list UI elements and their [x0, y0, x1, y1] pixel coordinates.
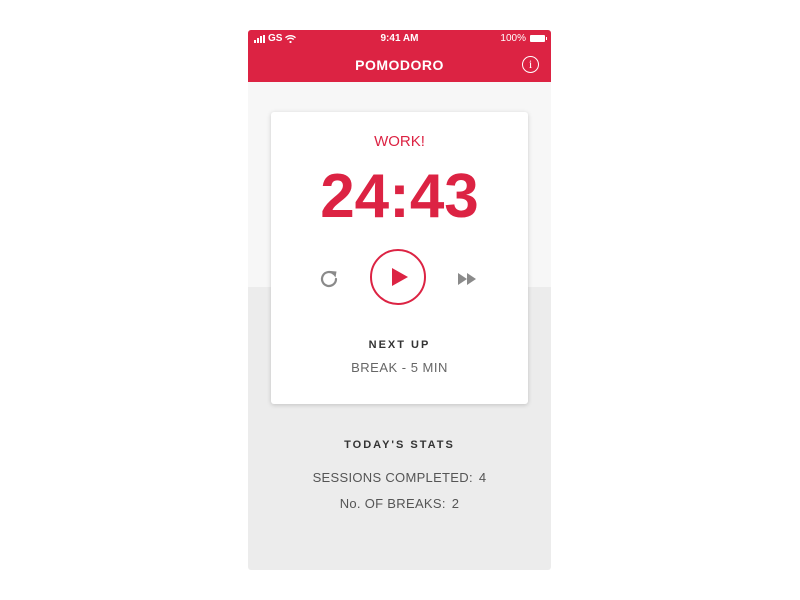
timer-mode-label: WORK!	[374, 133, 425, 150]
app-header: GS 9:41 AM 100% POMODORO i	[248, 30, 551, 82]
battery-icon	[530, 35, 547, 42]
battery-percent: 100%	[500, 33, 526, 44]
next-up-value: BREAK - 5 MIN	[351, 360, 448, 375]
reset-button[interactable]	[317, 267, 341, 291]
timer-display: 24:43	[320, 162, 479, 231]
timer-controls	[271, 249, 528, 309]
info-icon[interactable]: i	[522, 56, 539, 73]
sessions-completed-row: SESSIONS COMPLETED: 4	[248, 470, 551, 485]
stats-title: TODAY'S STATS	[344, 439, 455, 451]
status-bar: GS 9:41 AM 100%	[248, 30, 551, 46]
timer-card: WORK! 24:43 NEXT UP BREAK - 5 MIN	[271, 112, 528, 404]
phone-frame: GS 9:41 AM 100% POMODORO i WORK! 24:43 N…	[248, 30, 551, 570]
breaks-row: No. OF BREAKS: 2	[248, 496, 551, 511]
skip-button[interactable]	[456, 268, 480, 290]
breaks-label: No. OF BREAKS:	[339, 496, 446, 511]
status-right: 100%	[500, 33, 547, 44]
page-title: POMODORO	[355, 57, 444, 73]
sessions-value: 4	[478, 470, 487, 485]
play-button[interactable]	[370, 249, 426, 305]
next-up-label: NEXT UP	[368, 339, 431, 351]
breaks-value: 2	[451, 496, 460, 511]
fast-forward-icon	[458, 273, 476, 285]
sessions-label: SESSIONS COMPLETED:	[312, 470, 473, 485]
refresh-icon	[320, 270, 338, 288]
play-icon	[392, 268, 408, 286]
